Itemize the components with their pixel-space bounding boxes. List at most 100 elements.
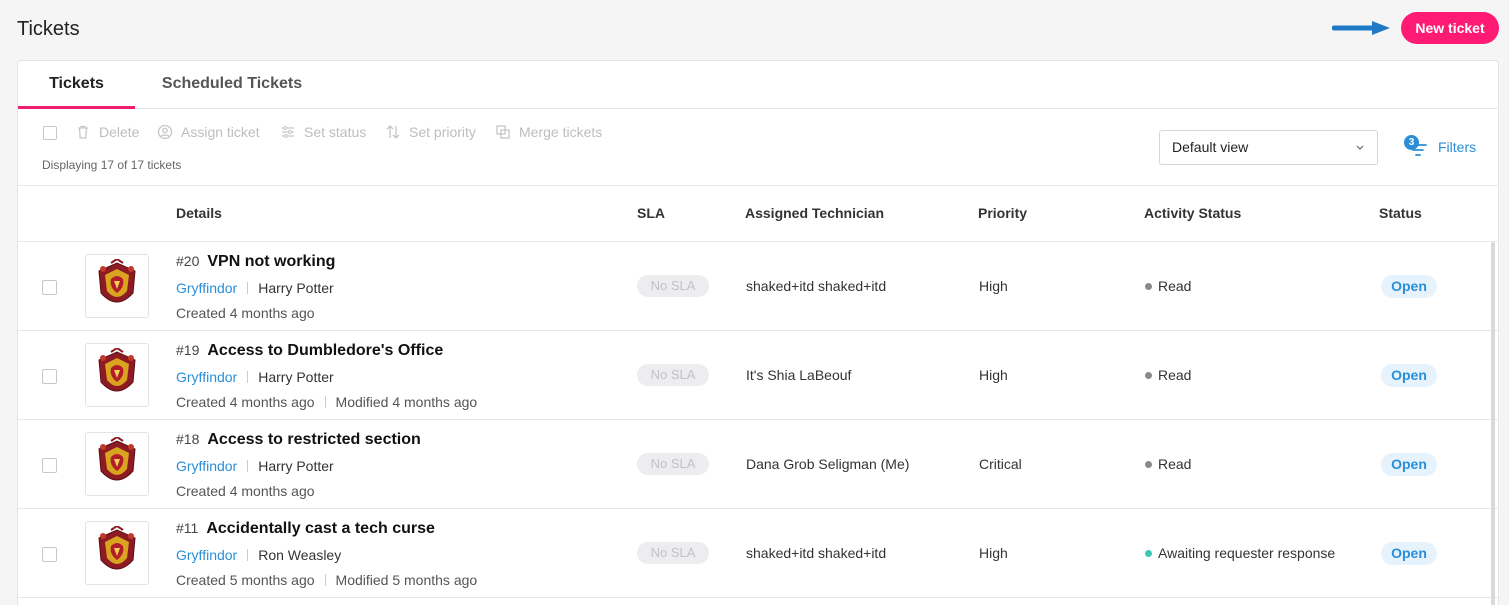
ticket-group-link[interactable]: Gryffindor: [176, 369, 237, 385]
divider: [324, 396, 326, 408]
status-badge[interactable]: Open: [1381, 453, 1437, 476]
activity-dot-icon: [1145, 371, 1152, 379]
table-row[interactable]: #18 Access to restricted section Gryffin…: [18, 420, 1498, 509]
table-row[interactable]: #11 Accidentally cast a tech curse Gryff…: [18, 509, 1498, 598]
col-status[interactable]: Status: [1379, 205, 1422, 221]
set-priority-label: Set priority: [409, 124, 476, 140]
delete-button[interactable]: Delete: [75, 122, 139, 142]
row-checkbox[interactable]: [42, 280, 57, 295]
ticket-requester: Ron Weasley: [258, 547, 342, 563]
tab-bar: Tickets Scheduled Tickets: [18, 61, 1498, 109]
ticket-group-link[interactable]: Gryffindor: [176, 547, 237, 563]
col-assigned-technician[interactable]: Assigned Technician: [745, 205, 884, 221]
row-checkbox[interactable]: [42, 547, 57, 562]
row-checkbox[interactable]: [42, 458, 57, 473]
status-badge[interactable]: Open: [1381, 542, 1437, 565]
col-details[interactable]: Details: [176, 205, 222, 221]
priority: High: [979, 545, 1008, 561]
scrollbar[interactable]: [1491, 242, 1495, 605]
merge-tickets-button[interactable]: Merge tickets: [495, 122, 602, 142]
select-all-checkbox[interactable]: [43, 126, 57, 140]
ticket-group-link[interactable]: Gryffindor: [176, 280, 237, 296]
table-row[interactable]: #20 VPN not working Gryffindor Harry Pot…: [18, 242, 1498, 331]
ticket-title[interactable]: Access to restricted section: [207, 431, 420, 449]
avatar: [85, 254, 149, 318]
ticket-requester: Harry Potter: [258, 280, 334, 296]
avatar: [85, 521, 149, 585]
assigned-technician: Dana Grob Seligman (Me): [746, 456, 910, 472]
activity-status-label: Awaiting requester response: [1158, 545, 1336, 561]
sla-badge: No SLA: [637, 364, 709, 386]
tab-tickets[interactable]: Tickets: [18, 61, 135, 109]
arrow-right-icon: [1332, 21, 1390, 35]
ticket-title[interactable]: Access to Dumbledore's Office: [207, 342, 443, 360]
bulk-toolbar: Delete Assign ticket Set status Set prio…: [18, 110, 1498, 186]
displaying-count: Displaying 17 of 17 tickets: [42, 158, 182, 172]
status-badge[interactable]: Open: [1381, 364, 1437, 387]
ticket-created: Created 4 months ago: [176, 305, 315, 321]
gryffindor-crest-icon: [98, 259, 136, 303]
activity-dot-icon: [1145, 282, 1152, 290]
ticket-title[interactable]: VPN not working: [207, 253, 335, 271]
ticket-requester: Harry Potter: [258, 458, 334, 474]
filters-button[interactable]: 3 Filters: [1402, 132, 1476, 162]
ticket-group-link[interactable]: Gryffindor: [176, 458, 237, 474]
assigned-technician: shaked+itd shaked+itd: [746, 545, 887, 561]
page-title: Tickets: [17, 18, 80, 40]
gryffindor-crest-icon: [98, 348, 136, 392]
ticket-created: Created 4 months ago: [176, 483, 315, 499]
ticket-number: #19: [176, 342, 200, 358]
set-status-label: Set status: [304, 124, 367, 140]
table-header: Details SLA Assigned Technician Priority…: [18, 187, 1498, 242]
divider: [324, 574, 326, 586]
chevron-down-icon: [1356, 145, 1364, 150]
merge-tickets-label: Merge tickets: [519, 124, 603, 140]
gryffindor-crest-icon: [98, 526, 136, 570]
set-status-button[interactable]: Set status: [280, 122, 366, 142]
assigned-technician: shaked+itd shaked+itd: [746, 278, 887, 294]
activity-dot-icon: [1145, 460, 1152, 468]
tab-scheduled-tickets[interactable]: Scheduled Tickets: [158, 61, 306, 109]
row-checkbox[interactable]: [42, 369, 57, 384]
avatar: [85, 432, 149, 496]
avatar: [85, 343, 149, 407]
ticket-modified: Modified 5 months ago: [335, 572, 478, 588]
set-priority-button[interactable]: Set priority: [385, 122, 476, 142]
sla-badge: No SLA: [637, 453, 709, 475]
activity-status: Read: [1145, 456, 1191, 472]
priority: Critical: [979, 456, 1022, 472]
ticket-number: #11: [176, 520, 199, 536]
sort-arrows-icon: [386, 125, 400, 139]
view-select[interactable]: Default view: [1159, 130, 1378, 165]
assign-ticket-label: Assign ticket: [181, 124, 260, 140]
ticket-created: Created 5 months ago: [176, 572, 315, 588]
divider: [247, 371, 249, 383]
user-circle-icon: [157, 124, 173, 140]
view-select-value: Default view: [1172, 139, 1249, 155]
col-sla[interactable]: SLA: [637, 205, 665, 221]
new-ticket-button[interactable]: New ticket: [1401, 12, 1499, 44]
sla-badge: No SLA: [637, 542, 709, 564]
ticket-number: #18: [176, 431, 200, 447]
activity-status: Awaiting requester response: [1145, 545, 1335, 561]
assign-ticket-button[interactable]: Assign ticket: [157, 122, 260, 142]
divider: [247, 460, 249, 472]
ticket-created: Created 4 months ago: [176, 394, 315, 410]
divider: [247, 282, 249, 294]
sliders-icon: [282, 126, 294, 138]
merge-icon: [496, 125, 510, 139]
table-row[interactable]: #19 Access to Dumbledore's Office Gryffi…: [18, 331, 1498, 420]
activity-status-label: Read: [1158, 367, 1192, 383]
ticket-modified: Modified 4 months ago: [335, 394, 478, 410]
filters-count-badge: 3: [1404, 135, 1419, 150]
tickets-card: Tickets Scheduled Tickets Delete Assign …: [17, 60, 1499, 605]
col-priority[interactable]: Priority: [978, 205, 1027, 221]
divider: [247, 549, 249, 561]
activity-status: Read: [1145, 278, 1191, 294]
col-activity-status[interactable]: Activity Status: [1144, 205, 1241, 221]
assigned-technician: It's Shia LaBeouf: [746, 367, 852, 383]
activity-status-label: Read: [1158, 456, 1192, 472]
status-badge[interactable]: Open: [1381, 275, 1437, 298]
ticket-title[interactable]: Accidentally cast a tech curse: [206, 520, 435, 538]
priority: High: [979, 278, 1008, 294]
